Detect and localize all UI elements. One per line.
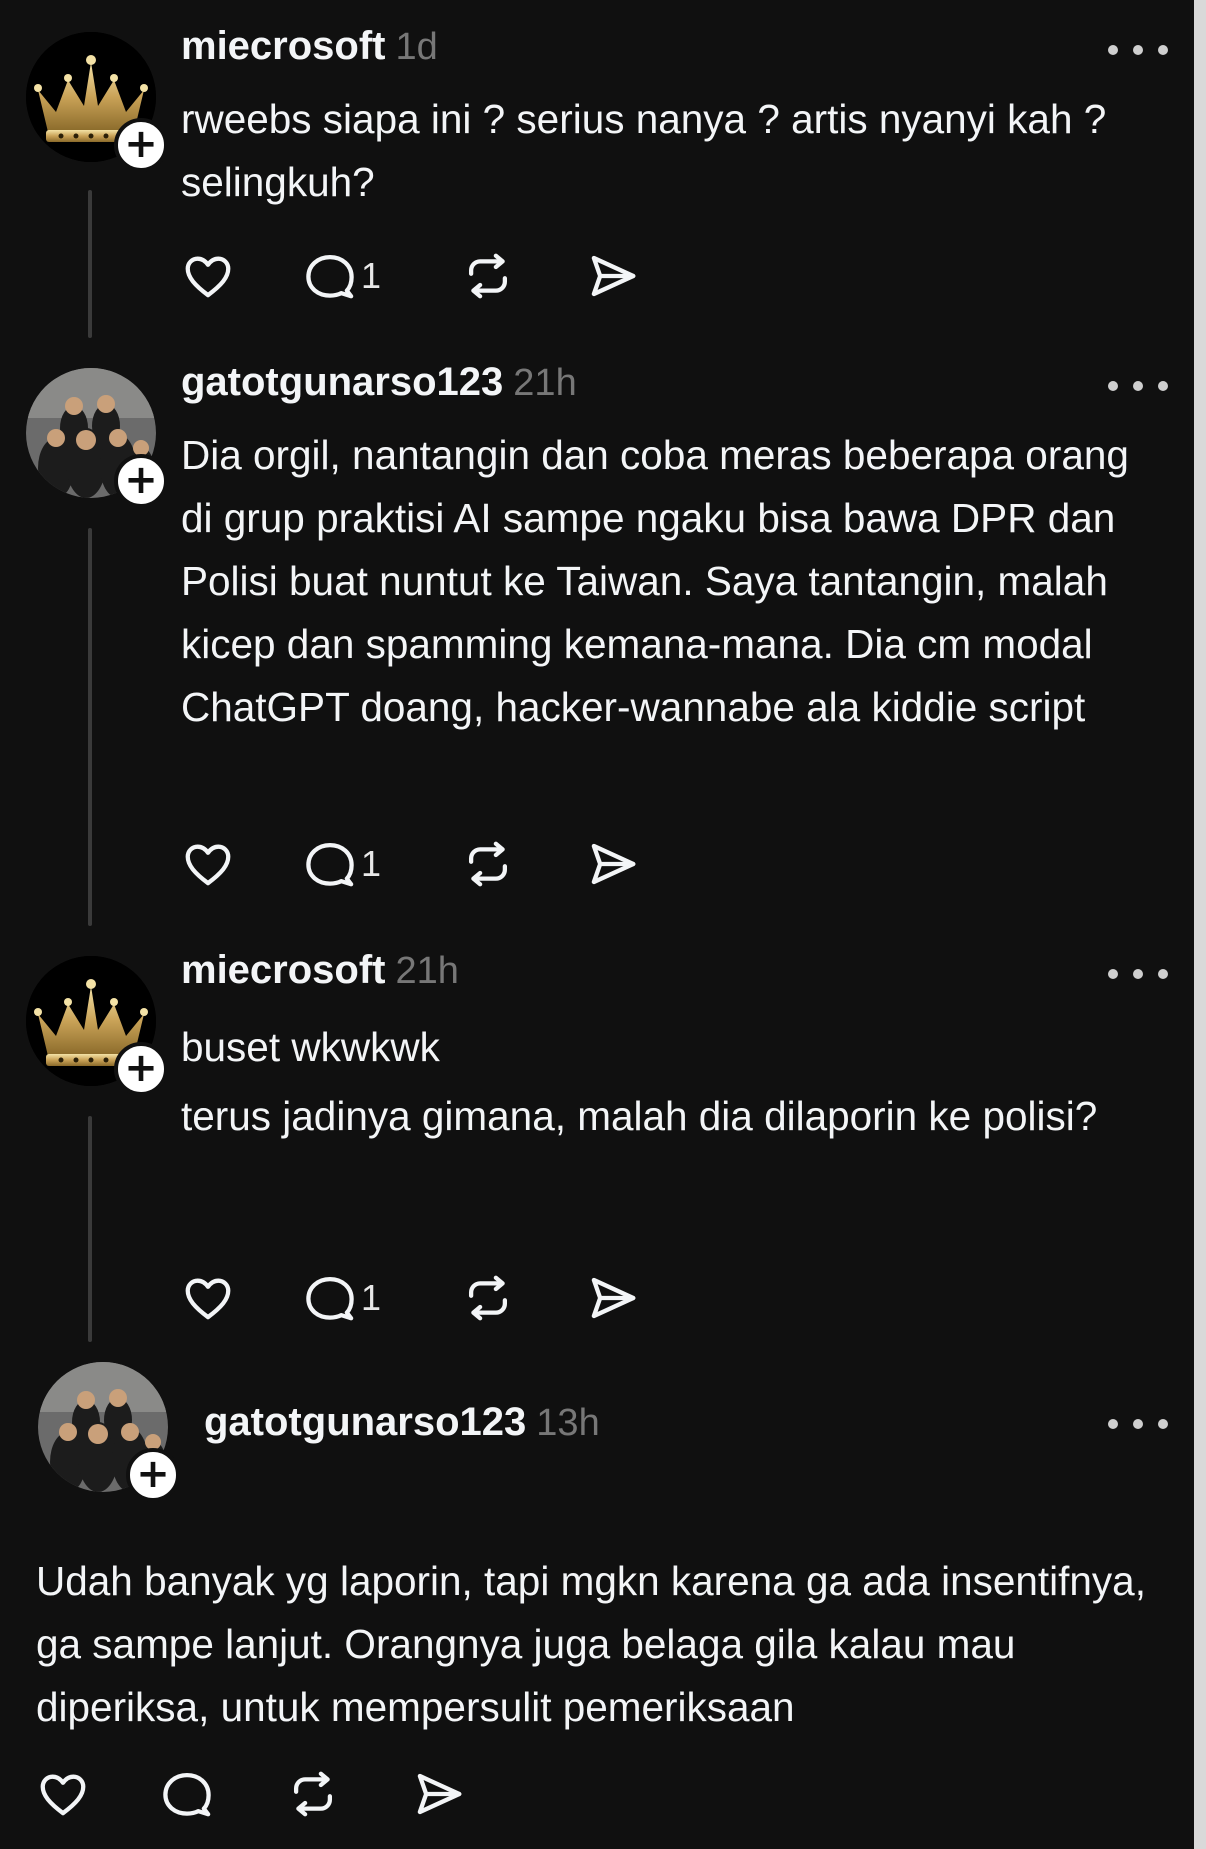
reply-post: + miecrosoft 21h buset wkwkwk terus jadin… (0, 924, 1190, 1344)
post-header: gatotgunarso123 13h (204, 1400, 600, 1450)
more-icon[interactable] (1108, 376, 1168, 396)
like-button[interactable] (181, 246, 235, 306)
reply-count: 1 (361, 843, 382, 884)
send-icon (586, 249, 640, 303)
reply-button[interactable] (160, 1764, 218, 1824)
post-text: rweebs siapa ini ? serius nanya ? artis … (181, 88, 1121, 214)
reply-post: + gatotgunarso123 21h Dia orgil, nantangi… (0, 336, 1190, 926)
repost-button[interactable] (461, 834, 515, 894)
like-button[interactable] (181, 1268, 235, 1328)
thread-line (88, 1116, 92, 1342)
scrollbar[interactable] (1194, 0, 1206, 1849)
more-icon[interactable] (1108, 40, 1168, 60)
comment-icon (303, 249, 357, 303)
timestamp: 13h (536, 1402, 600, 1444)
more-icon[interactable] (1108, 964, 1168, 984)
post-text: buset wkwkwk terus jadinya gimana, malah… (181, 1016, 1121, 1148)
share-button[interactable] (586, 246, 640, 306)
plus-icon[interactable]: + (114, 1042, 168, 1096)
post-header: gatotgunarso123 21h (181, 360, 577, 410)
thread-line (88, 190, 92, 338)
post-text-line: rweebs siapa ini ? serius nanya ? artis … (181, 96, 1107, 205)
heart-icon (181, 249, 235, 303)
username[interactable]: miecrosoft (181, 948, 386, 992)
comment-icon (303, 1271, 357, 1325)
post-header: miecrosoft 1d (181, 24, 438, 74)
post-text-line: Udah banyak yg laporin, tapi mgkn karena… (36, 1558, 1146, 1730)
username[interactable]: miecrosoft (181, 24, 386, 68)
share-button[interactable] (586, 834, 640, 894)
timestamp: 21h (513, 362, 577, 404)
reply-button[interactable]: 1 (303, 834, 381, 894)
like-button[interactable] (36, 1764, 90, 1824)
timestamp: 21h (395, 950, 459, 992)
post-text-line: buset wkwkwk (181, 1024, 440, 1070)
avatar[interactable]: + (38, 1362, 180, 1502)
repost-icon (461, 1271, 515, 1325)
post-text-line: Dia orgil, nantangin dan coba meras bebe… (181, 432, 1129, 730)
reply-post: + miecrosoft 1d rweebs siapa ini ? serius… (0, 0, 1190, 338)
username[interactable]: gatotgunarso123 (204, 1400, 526, 1444)
post-text-line: terus jadinya gimana, malah dia dilapori… (181, 1093, 1098, 1139)
post-text: Udah banyak yg laporin, tapi mgkn karena… (36, 1550, 1186, 1739)
repost-button[interactable] (461, 1268, 515, 1328)
plus-icon[interactable]: + (114, 118, 168, 172)
avatar[interactable]: + (26, 956, 168, 1096)
post-text: Dia orgil, nantangin dan coba meras bebe… (181, 424, 1141, 739)
reply-count: 1 (361, 1277, 382, 1318)
plus-icon[interactable]: + (114, 454, 168, 508)
share-button[interactable] (586, 1268, 640, 1328)
reply-button[interactable]: 1 (303, 246, 381, 306)
avatar[interactable]: + (26, 32, 168, 172)
timestamp: 1d (395, 26, 438, 68)
send-icon (586, 837, 640, 891)
repost-icon (286, 1767, 340, 1821)
repost-icon (461, 837, 515, 891)
repost-icon (461, 249, 515, 303)
reply-button[interactable]: 1 (303, 1268, 381, 1328)
heart-icon (181, 837, 235, 891)
share-button[interactable] (412, 1764, 466, 1824)
repost-button[interactable] (461, 246, 515, 306)
comment-icon (303, 837, 357, 891)
reply-count: 1 (361, 255, 382, 296)
heart-icon (181, 1271, 235, 1325)
focused-post: + gatotgunarso123 13h Udah banyak yg lapo… (0, 1340, 1190, 1849)
plus-icon[interactable]: + (126, 1448, 180, 1502)
post-header: miecrosoft 21h (181, 948, 459, 998)
username[interactable]: gatotgunarso123 (181, 360, 503, 404)
like-button[interactable] (181, 834, 235, 894)
more-icon[interactable] (1108, 1414, 1168, 1434)
repost-button[interactable] (286, 1764, 340, 1824)
send-icon (412, 1767, 466, 1821)
heart-icon (36, 1767, 90, 1821)
thread-line (88, 528, 92, 926)
comment-icon (160, 1767, 214, 1821)
avatar[interactable]: + (26, 368, 168, 508)
send-icon (586, 1271, 640, 1325)
